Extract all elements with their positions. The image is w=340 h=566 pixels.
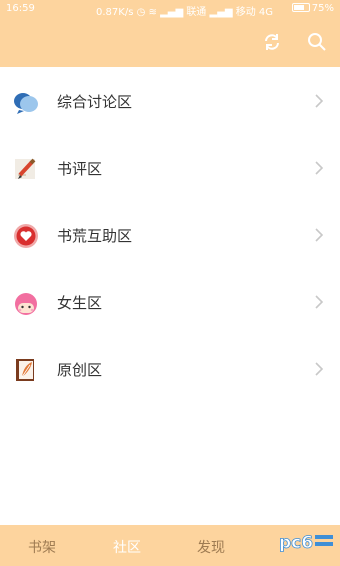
refresh-icon [265, 34, 279, 50]
signal-icon-1: ▂▄▆ [160, 7, 187, 18]
forum-item-book-help[interactable]: 书荒互助区 [0, 201, 340, 268]
svg-text:pc6: pc6 [279, 533, 313, 553]
wifi-icon: ≋ [148, 7, 161, 18]
chevron-right-icon [315, 362, 324, 376]
chevron-right-icon [315, 94, 324, 108]
status-network: 0.87K/s ◷ ≋ ▂▄▆ 联通 ▂▄▆ 移动 4G [96, 3, 273, 18]
tab-community[interactable]: 社区 [113, 537, 141, 557]
forum-item-general[interactable]: 综合讨论区 [0, 67, 340, 134]
chevron-right-icon [315, 228, 324, 242]
battery-icon [291, 3, 310, 12]
chat-bubbles-icon [14, 93, 38, 114]
signal-icon-2: ▂▄▆ [209, 7, 236, 18]
watermark-logo: pc6 [279, 533, 333, 553]
battery-level: 75% [311, 3, 334, 14]
forum-item-label: 原创区 [57, 361, 103, 379]
carrier-2: 移动 4G [235, 7, 274, 18]
search-button[interactable] [305, 30, 329, 54]
pencil-note-icon [15, 158, 36, 179]
status-time: 16:59 [6, 3, 35, 14]
search-icon [308, 33, 326, 51]
forum-item-label: 书评区 [57, 160, 103, 178]
network-speed: 0.87K/s [96, 7, 134, 18]
notebook-feather-icon [16, 359, 34, 381]
forum-item-girls[interactable]: 女生区 [0, 268, 340, 335]
forum-item-label: 书荒互助区 [57, 227, 133, 245]
forum-item-book-review[interactable]: 书评区 [0, 134, 340, 201]
carrier-1: 联通 [186, 7, 207, 18]
forum-item-label: 女生区 [57, 294, 103, 312]
tab-bookshelf[interactable]: 书架 [28, 537, 56, 557]
forum-list: 综合讨论区 书评区 书荒互助区 女生区 原创区 [0, 67, 340, 402]
heart-icon [14, 224, 38, 248]
alarm-icon: ◷ [136, 7, 149, 18]
forum-item-original[interactable]: 原创区 [0, 335, 340, 402]
refresh-button[interactable] [260, 30, 284, 54]
forum-item-label: 综合讨论区 [57, 93, 133, 111]
chevron-right-icon [315, 161, 324, 175]
tab-discover[interactable]: 发现 [197, 537, 225, 557]
status-battery: 75% [291, 3, 334, 14]
top-header: 16:59 0.87K/s ◷ ≋ ▂▄▆ 联通 ▂▄▆ 移动 4G 75% [0, 0, 340, 67]
girl-face-icon [15, 293, 37, 315]
status-bar: 16:59 0.87K/s ◷ ≋ ▂▄▆ 联通 ▂▄▆ 移动 4G 75% [0, 0, 340, 20]
chevron-right-icon [315, 295, 324, 309]
